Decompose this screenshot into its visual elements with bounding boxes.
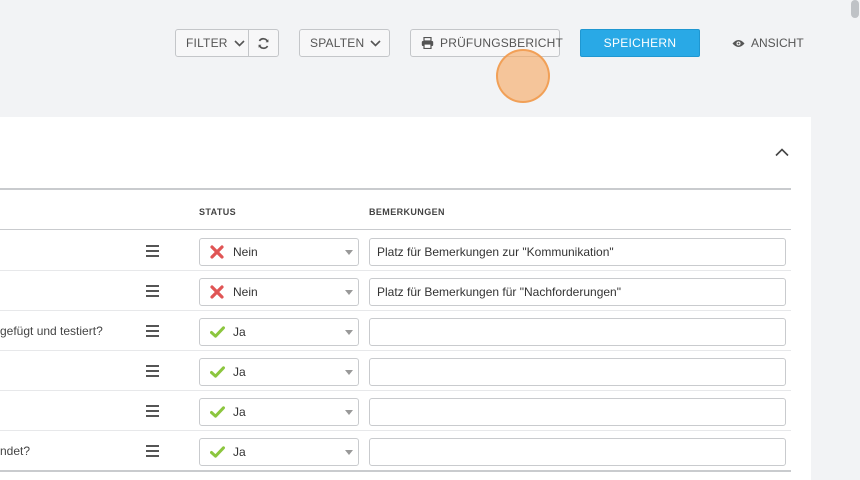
table-bottom-rule	[0, 470, 791, 472]
eye-icon	[732, 39, 745, 48]
caret-down-icon	[345, 250, 353, 255]
status-select[interactable]: Ja	[199, 358, 359, 386]
table-top-rule	[0, 188, 791, 190]
collapse-button[interactable]	[775, 144, 793, 162]
status-column-header: STATUS	[199, 207, 237, 217]
row-menu-icon[interactable]	[146, 445, 159, 457]
status-value: Ja	[233, 445, 246, 459]
status-value: Ja	[233, 365, 246, 379]
caret-down-icon	[345, 370, 353, 375]
scrollbar-thumb[interactable]	[851, 0, 859, 18]
status-select[interactable]: Ja	[199, 398, 359, 426]
row-menu-icon[interactable]	[146, 245, 159, 257]
check-icon	[209, 325, 225, 339]
remark-input[interactable]	[369, 438, 786, 466]
caret-down-icon	[345, 450, 353, 455]
columns-label: SPALTEN	[310, 36, 365, 50]
remark-input[interactable]	[369, 358, 786, 386]
row-menu-icon[interactable]	[146, 405, 159, 417]
table-row: Nein Platz für Bemerkungen für "Nachford…	[0, 271, 791, 311]
filter-button[interactable]: FILTER	[176, 30, 250, 56]
remarks-column-header: BEMERKUNGEN	[369, 207, 445, 217]
row-menu-icon[interactable]	[146, 325, 159, 337]
remark-input[interactable]: Platz für Bemerkungen zur "Kommunikation…	[369, 238, 786, 266]
columns-button[interactable]: SPALTEN	[299, 29, 390, 57]
status-select[interactable]: Nein	[199, 278, 359, 306]
caret-down-icon	[345, 290, 353, 295]
table-row: Ja	[0, 351, 791, 391]
cross-icon	[209, 285, 225, 299]
filter-button-group: FILTER	[175, 29, 279, 57]
save-label: SPEICHERN	[603, 36, 677, 50]
chevron-down-icon	[370, 39, 381, 47]
caret-down-icon	[345, 330, 353, 335]
caret-down-icon	[345, 410, 353, 415]
check-icon	[209, 405, 225, 419]
row-menu-icon[interactable]	[146, 285, 159, 297]
remark-input[interactable]	[369, 318, 786, 346]
filter-label: FILTER	[186, 36, 228, 50]
table-row: gefügt und testiert? Ja	[0, 311, 791, 351]
status-select[interactable]: Nein	[199, 238, 359, 266]
status-value: Ja	[233, 325, 246, 339]
question-text: gefügt und testiert?	[0, 324, 103, 338]
table-row: Nein Platz für Bemerkungen zur "Kommunik…	[0, 231, 791, 271]
refresh-button[interactable]	[249, 30, 278, 56]
remark-input[interactable]	[369, 398, 786, 426]
chevron-down-icon	[234, 39, 245, 47]
scrollbar-track[interactable]	[850, 0, 860, 480]
question-text: ndet?	[0, 444, 31, 458]
status-select[interactable]: Ja	[199, 438, 359, 466]
audit-report-label: PRÜFUNGSBERICHT	[440, 36, 564, 50]
status-select[interactable]: Ja	[199, 318, 359, 346]
status-value: Nein	[233, 245, 258, 259]
table-row: ndet? Ja	[0, 431, 791, 471]
cross-icon	[209, 245, 225, 259]
table-row: Ja	[0, 391, 791, 431]
printer-icon	[421, 37, 434, 49]
save-button[interactable]: SPEICHERN	[580, 29, 700, 57]
chevron-up-icon	[775, 148, 789, 157]
row-menu-icon[interactable]	[146, 365, 159, 377]
table-header-rule	[0, 229, 791, 230]
view-button[interactable]: ANSICHT	[732, 35, 804, 51]
check-icon	[209, 365, 225, 379]
click-indicator	[496, 49, 550, 103]
view-label: ANSICHT	[751, 36, 804, 50]
remark-input[interactable]: Platz für Bemerkungen für "Nachforderung…	[369, 278, 786, 306]
refresh-icon	[257, 37, 270, 50]
check-icon	[209, 445, 225, 459]
status-value: Nein	[233, 285, 258, 299]
status-value: Ja	[233, 405, 246, 419]
